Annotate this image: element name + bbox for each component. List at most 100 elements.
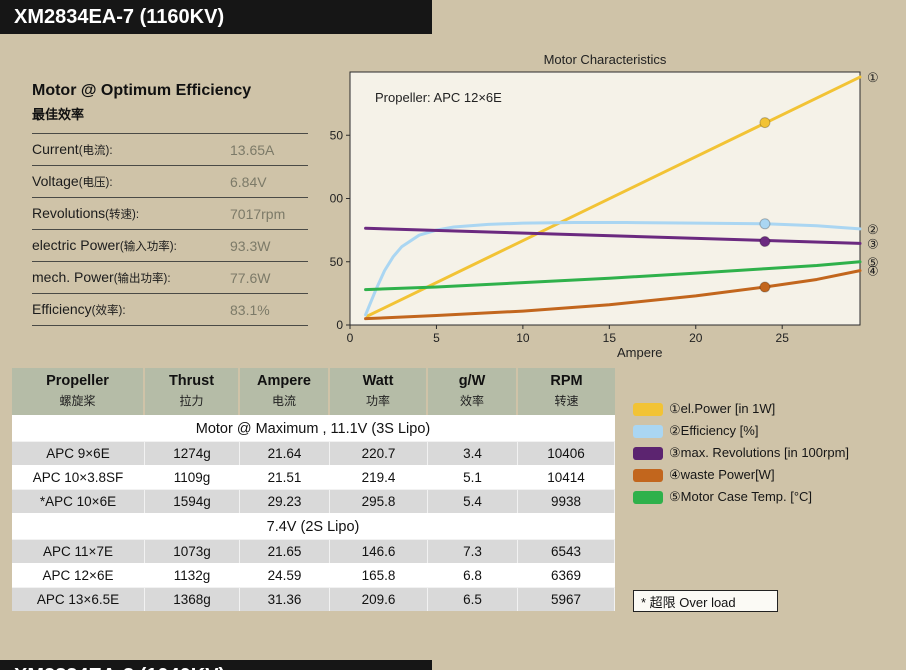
table-row: APC 12×6E 1132g 24.59 165.8 6.8 6369: [12, 563, 615, 587]
legend-item: ②Efficiency [%]: [633, 420, 849, 442]
table-cell: 6543: [518, 539, 615, 563]
optimum-row-value: 93.3W: [230, 237, 271, 254]
optimum-row-label-cn: (效率):: [91, 305, 126, 317]
table-cell: 10414: [518, 465, 615, 489]
legend-item: ⑤Motor Case Temp. [°C]: [633, 486, 849, 508]
header-label-cn: 拉力: [179, 394, 204, 408]
x-axis-label: Ampere: [617, 345, 663, 360]
optimum-title: Motor @ Optimum Efficiency: [32, 82, 252, 99]
table-cell: 31.36: [240, 587, 330, 611]
series-end-label-①: ①: [867, 70, 879, 85]
legend-swatch: [633, 446, 663, 460]
table-cell: 209.6: [330, 587, 428, 611]
table-cell: 295.8: [330, 489, 428, 513]
y-tick-label: 150: [330, 128, 343, 142]
table-cell: 10406: [518, 441, 615, 465]
header-label-cn: 螺旋桨: [59, 394, 96, 408]
table-cell: 6.8: [428, 563, 518, 587]
x-tick-label: 10: [516, 331, 530, 345]
y-tick-label: 50: [330, 255, 343, 269]
spec-header-cell: Watt 功率: [330, 368, 428, 415]
legend-item: ④waste Power[W]: [633, 464, 849, 486]
section-row: Motor @ Maximum , 11.1V (3S Lipo): [12, 415, 615, 441]
legend-swatch: [633, 424, 663, 438]
spec-header-cell: Propeller 螺旋桨: [12, 368, 145, 415]
header-label-cn: 功率: [365, 394, 390, 408]
table-cell: 219.4: [330, 465, 428, 489]
optimum-row-value: 6.84V: [230, 173, 267, 190]
series-end-label-⑤: ⑤: [867, 255, 879, 270]
series-end-label-③: ③: [867, 236, 879, 251]
optimum-row-label: electric Power(输入功率):: [32, 237, 177, 253]
legend-swatch: [633, 468, 663, 482]
table-cell: 5.1: [428, 465, 518, 489]
page-title: XM2834EA-7 (1160KV): [14, 5, 225, 28]
table-cell: 21.65: [240, 539, 330, 563]
optimum-rows: Current(电流): 13.65A Voltage(电压): 6.84V Revol…: [32, 133, 308, 326]
optimum-row-value: 83.1%: [230, 301, 270, 318]
series-marker-②: [759, 218, 771, 230]
optimum-row-label: Current(电流):: [32, 141, 113, 157]
table-cell: 1073g: [145, 539, 240, 563]
table-cell: 220.7: [330, 441, 428, 465]
series-marker-①: [759, 117, 771, 129]
optimum-row: Revolutions(转速): 7017rpm: [32, 198, 308, 230]
table-cell: APC 12×6E: [12, 563, 145, 587]
table-cell: 3.4: [428, 441, 518, 465]
spec-header-cell: RPM 转速: [518, 368, 615, 415]
table-cell: 21.64: [240, 441, 330, 465]
optimum-row: mech. Power(输出功率): 77.6W: [32, 262, 308, 294]
header-label-en: Propeller: [46, 373, 109, 389]
optimum-row-label-cn: (输入功率):: [119, 241, 177, 253]
table-cell: 6.5: [428, 587, 518, 611]
table-cell: 146.6: [330, 539, 428, 563]
optimum-row-label: Efficiency(效率):: [32, 301, 126, 317]
table-cell: 1132g: [145, 563, 240, 587]
y-tick-label: 100: [330, 192, 343, 206]
spec-header-row: Propeller 螺旋桨 Thrust 拉力 Ampere 电流 Watt 功率 g/W 效率 R…: [12, 368, 615, 415]
optimum-row-label: Revolutions(转速):: [32, 205, 140, 221]
header-label-cn: 效率: [459, 394, 484, 408]
legend-label: ②Efficiency [%]: [669, 423, 759, 438]
table-cell: 24.59: [240, 563, 330, 587]
table-row: APC 13×6.5E 1368g 31.36 209.6 6.5 5967: [12, 587, 615, 611]
optimum-subtitle: 最佳效率: [32, 107, 85, 122]
optimum-row: Voltage(电压): 6.84V: [32, 166, 308, 198]
series-marker-④: [759, 281, 771, 293]
legend-label: ④waste Power[W]: [669, 467, 775, 482]
section-label: 7.4V (2S Lipo): [12, 513, 615, 539]
legend-swatch: [633, 402, 663, 416]
table-row: *APC 10×6E 1594g 29.23 295.8 5.4 9938: [12, 489, 615, 513]
x-tick-label: 25: [776, 331, 790, 345]
header-label-en: g/W: [458, 373, 486, 389]
table-row: APC 10×3.8SF 1109g 21.51 219.4 5.1 10414: [12, 465, 615, 489]
optimum-row-label-cn: (转速):: [105, 209, 140, 221]
table-cell: 7.3: [428, 539, 518, 563]
x-tick-label: 15: [603, 331, 617, 345]
series-end-label-②: ②: [867, 222, 879, 237]
table-cell: 1594g: [145, 489, 240, 513]
optimum-row-label-cn: (电压):: [78, 177, 113, 189]
table-cell: 5967: [518, 587, 615, 611]
header-label-cn: 电流: [271, 394, 296, 408]
table-cell: 165.8: [330, 563, 428, 587]
header-label-cn: 转速: [554, 394, 579, 408]
table-cell: 1368g: [145, 587, 240, 611]
table-cell: *APC 10×6E: [12, 489, 145, 513]
table-cell: APC 10×3.8SF: [12, 465, 145, 489]
table-cell: APC 13×6.5E: [12, 587, 145, 611]
section-row: 7.4V (2S Lipo): [12, 513, 615, 539]
spec-table-head: Propeller 螺旋桨 Thrust 拉力 Ampere 电流 Watt 功率 g/W 效率 R…: [12, 368, 615, 415]
chart-title: Motor Characteristics: [544, 52, 667, 67]
y-tick-label: 0: [336, 318, 343, 332]
optimum-row-value: 7017rpm: [230, 205, 286, 222]
table-cell: APC 9×6E: [12, 441, 145, 465]
spec-header-cell: g/W 效率: [428, 368, 518, 415]
table-cell: 29.23: [240, 489, 330, 513]
header-label-en: Thrust: [168, 373, 215, 389]
x-tick-label: 5: [433, 331, 440, 345]
optimum-row-value: 13.65A: [230, 141, 275, 158]
optimum-row-label: Voltage(电压):: [32, 173, 113, 189]
legend-swatch: [633, 490, 663, 504]
page-title-bar: XM2834EA-7 (1160KV): [0, 0, 432, 34]
